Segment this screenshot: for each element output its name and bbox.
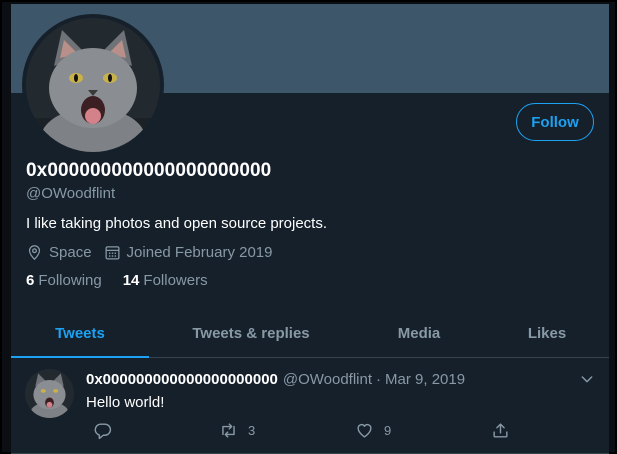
profile-avatar[interactable]	[22, 14, 164, 156]
tweet-text: Hello world!	[86, 394, 165, 411]
profile-meta: Space Joined February 2019	[26, 242, 284, 262]
following-link[interactable]: 6 Following	[26, 272, 102, 289]
retweet-count: 3	[248, 423, 256, 438]
retweet-icon	[222, 423, 235, 438]
heart-icon	[357, 423, 372, 438]
tweet-actions: 3 9	[83, 421, 523, 441]
tab-media[interactable]: Media	[353, 310, 485, 357]
profile-bio: I like taking photos and open source pro…	[26, 215, 328, 232]
followers-label: Followers	[143, 272, 208, 289]
joined-text: Joined February 2019	[126, 243, 273, 261]
profile-location: Space	[26, 244, 92, 261]
follow-button[interactable]: Follow	[516, 103, 594, 141]
tweet-separator: ·	[376, 371, 382, 388]
reply-icon	[94, 423, 112, 440]
profile-card: Follow 0x000000000000000000000 @OWoodfli…	[11, 4, 609, 454]
tweet-author-handle[interactable]: @OWoodflint	[283, 371, 372, 388]
followers-link[interactable]: 14 Followers	[123, 272, 208, 289]
profile-display-name: 0x000000000000000000000	[26, 160, 272, 181]
followers-count: 14	[122, 272, 140, 289]
tweet-date[interactable]: Mar 9, 2019	[385, 371, 465, 388]
tweet-header: 0x000000000000000000000 @OWoodflint · Ma…	[86, 371, 465, 388]
profile-tabs: Tweets Tweets & replies Media Likes	[11, 310, 609, 358]
location-text: Space	[49, 243, 92, 261]
tweet-avatar[interactable]	[25, 369, 74, 418]
profile-handle: @OWoodflint	[26, 185, 116, 202]
cat-photo-small	[25, 369, 74, 418]
reply-button[interactable]	[93, 421, 122, 440]
tab-tweets-and-replies[interactable]: Tweets & replies	[149, 310, 353, 357]
retweet-button[interactable]: 3	[219, 421, 255, 440]
tab-tweets[interactable]: Tweets	[11, 310, 149, 358]
calendar-icon	[105, 245, 120, 260]
cat-photo	[26, 18, 160, 152]
share-button[interactable]	[491, 421, 520, 440]
chevron-down-icon[interactable]	[579, 371, 595, 387]
map-pin-icon	[28, 244, 41, 260]
tab-likes[interactable]: Likes	[485, 310, 609, 357]
tweet-author-name[interactable]: 0x000000000000000000000	[86, 371, 278, 388]
like-button[interactable]: 9	[355, 421, 391, 440]
profile-joined: Joined February 2019	[104, 243, 273, 261]
following-label: Following	[38, 272, 102, 289]
following-count: 6	[26, 272, 35, 289]
window-frame: Follow 0x000000000000000000000 @OWoodfli…	[0, 0, 617, 454]
tweet[interactable]: 0x000000000000000000000 @OWoodflint · Ma…	[11, 359, 609, 454]
profile-counts: 6 Following 14 Followers	[26, 272, 229, 289]
like-count: 9	[384, 423, 392, 438]
share-icon	[493, 423, 508, 438]
